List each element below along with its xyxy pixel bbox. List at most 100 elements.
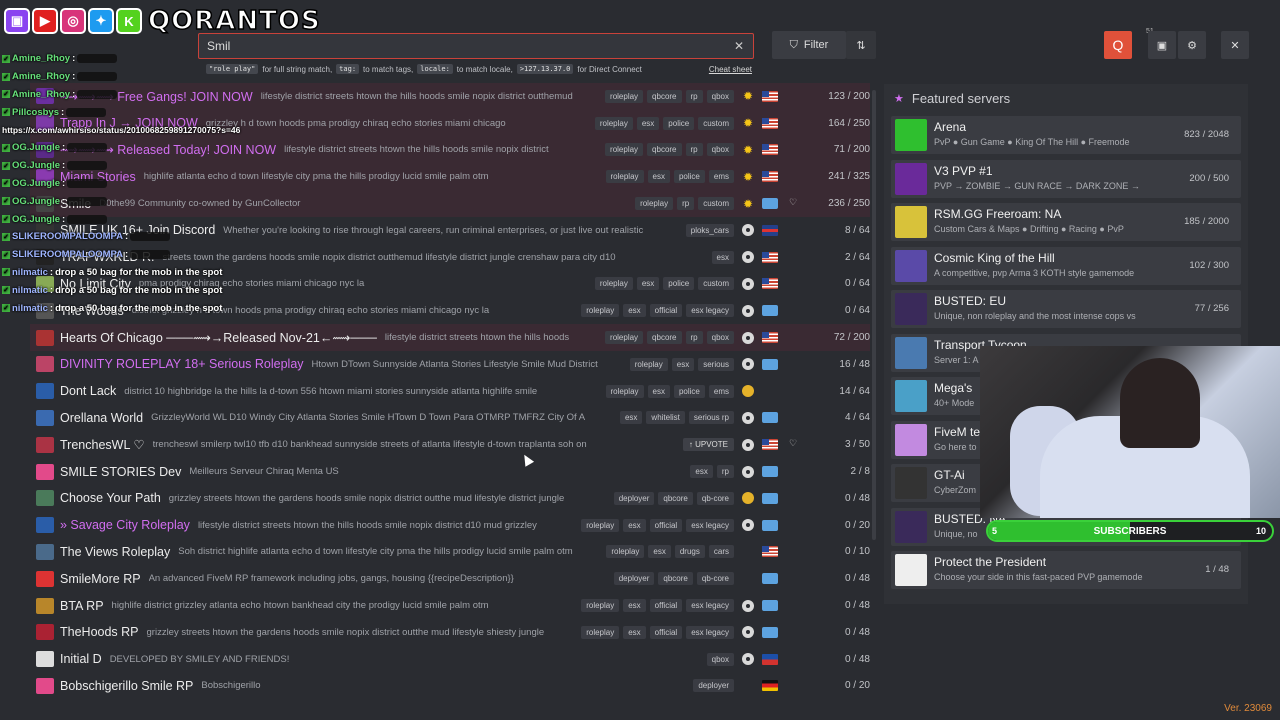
downloads-button[interactable]: ▣ xyxy=(1148,31,1176,59)
favorite-slot[interactable] xyxy=(786,679,800,693)
server-row[interactable]: Hearts Of Chicago ───⟿→Released Nov-21←⟿… xyxy=(30,324,870,351)
server-tag[interactable]: esx legacy xyxy=(686,518,734,532)
server-tag[interactable]: roleplay xyxy=(605,89,644,103)
server-tag[interactable]: cars xyxy=(708,545,734,559)
server-tag[interactable]: roleplay xyxy=(581,599,620,613)
server-tag[interactable]: qbcore xyxy=(658,572,693,586)
featured-server-card[interactable]: Protect the President Choose your side i… xyxy=(891,551,1241,589)
server-tag[interactable]: deployer xyxy=(613,572,655,586)
favorite-slot[interactable] xyxy=(786,331,800,345)
server-row[interactable]: SmileMore RP An advanced FiveM RP framew… xyxy=(30,565,870,592)
server-tag[interactable]: roleplay xyxy=(594,277,633,291)
clear-search-icon[interactable]: ✕ xyxy=(731,38,747,54)
server-tag[interactable]: esx xyxy=(647,384,670,398)
server-tag[interactable]: police xyxy=(663,116,695,130)
server-row[interactable]: Orellana World GrizzleyWorld WL D10 Wind… xyxy=(30,405,870,432)
server-tag[interactable]: rp xyxy=(685,89,703,103)
server-tag[interactable]: esx xyxy=(647,170,670,184)
settings-button[interactable]: ⚙ xyxy=(1178,31,1206,59)
server-tag[interactable]: whitelist xyxy=(646,411,685,425)
favorite-heart-icon[interactable]: ♡ xyxy=(786,438,800,452)
list-scrollbar[interactable] xyxy=(872,90,876,540)
upvote-button[interactable]: ↑ UPVOTE xyxy=(682,438,734,452)
close-button[interactable]: ✕ xyxy=(1221,31,1249,59)
server-tag[interactable]: esx xyxy=(636,277,660,291)
server-tag[interactable]: rp xyxy=(685,143,703,157)
server-tag[interactable]: roleplay xyxy=(581,518,620,532)
server-tag[interactable]: roleplay xyxy=(605,170,644,184)
server-tag[interactable]: qbox xyxy=(706,143,734,157)
server-tag[interactable]: esx xyxy=(648,545,671,559)
server-tag[interactable]: qb-core xyxy=(696,491,734,505)
server-tag[interactable]: roleplay xyxy=(605,331,644,345)
server-tag[interactable]: custom xyxy=(698,116,734,130)
server-tag[interactable]: esx xyxy=(623,625,646,639)
server-tag[interactable]: roleplay xyxy=(581,625,620,639)
server-tag[interactable]: qbcore xyxy=(647,331,682,345)
featured-server-card[interactable]: V3 PVP #1 PVP → ZOMBIE → GUN RACE → DARK… xyxy=(891,159,1241,198)
favorite-slot[interactable] xyxy=(786,572,800,586)
server-tag[interactable]: esx xyxy=(711,250,734,264)
server-row[interactable]: SMILE STORIES Dev Meilleurs Serveur Chir… xyxy=(30,458,870,485)
server-tag[interactable]: custom xyxy=(698,277,734,291)
favorite-slot[interactable] xyxy=(786,304,800,318)
favorite-slot[interactable] xyxy=(786,143,800,157)
favorite-slot[interactable] xyxy=(786,116,800,130)
server-tag[interactable]: qb-core xyxy=(696,572,734,586)
server-tag[interactable]: official xyxy=(649,518,683,532)
featured-server-card[interactable]: Arena PvP ● Gun Game ● King Of The Hill … xyxy=(891,116,1241,154)
favorite-slot[interactable] xyxy=(786,170,800,184)
server-tag[interactable]: drugs xyxy=(674,545,705,559)
server-tag[interactable]: qbox xyxy=(706,331,734,345)
server-row[interactable]: Bobschigerillo Smile RP Bobschigerillo d… xyxy=(30,673,870,700)
favorite-slot[interactable] xyxy=(786,625,800,639)
server-tag[interactable]: roleplay xyxy=(605,143,644,157)
server-tag[interactable]: esx xyxy=(623,304,646,318)
filter-button[interactable]: ⛉ Filter xyxy=(772,31,846,59)
server-tag[interactable]: serious rp xyxy=(688,411,734,425)
server-tag[interactable]: roleplay xyxy=(581,304,620,318)
server-tag[interactable]: official xyxy=(649,599,683,613)
favorite-slot[interactable] xyxy=(786,250,800,264)
server-tag[interactable]: rp xyxy=(685,331,703,345)
server-tag[interactable]: esx legacy xyxy=(686,625,734,639)
favorite-slot[interactable] xyxy=(786,277,800,291)
server-row[interactable]: BTA RP highlife district grizzley atlant… xyxy=(30,592,870,619)
server-tag[interactable]: roleplay xyxy=(629,357,668,371)
server-tag[interactable]: ploks_cars xyxy=(685,223,734,237)
server-row[interactable]: Choose Your Path grizzley streets htown … xyxy=(30,485,870,512)
server-tag[interactable]: roleplay xyxy=(606,545,645,559)
server-tag[interactable]: qbcore xyxy=(647,143,682,157)
favorite-slot[interactable] xyxy=(786,652,800,666)
server-tag[interactable]: roleplay xyxy=(635,197,674,211)
favorite-slot[interactable] xyxy=(786,518,800,532)
server-tag[interactable]: qbcore xyxy=(647,89,682,103)
server-tag[interactable]: esx xyxy=(623,599,646,613)
server-tag[interactable]: esx legacy xyxy=(686,304,734,318)
sort-button[interactable]: ⇅ xyxy=(846,31,876,59)
server-row[interactable]: The Views Roleplay Soh district highlife… xyxy=(30,539,870,566)
server-row[interactable]: DIVINITY ROLEPLAY 18+ Serious Roleplay H… xyxy=(30,351,870,378)
server-tag[interactable]: esx legacy xyxy=(686,599,734,613)
server-tag[interactable]: esx xyxy=(623,518,646,532)
favorite-slot[interactable] xyxy=(786,223,800,237)
favorite-slot[interactable] xyxy=(786,491,800,505)
server-tag[interactable]: esx xyxy=(636,116,660,130)
favorite-heart-icon[interactable]: ♡ xyxy=(786,197,800,211)
server-tag[interactable]: esx xyxy=(619,411,643,425)
favorite-slot[interactable] xyxy=(786,465,800,479)
server-tag[interactable]: qbox xyxy=(706,89,734,103)
server-tag[interactable]: police xyxy=(663,277,695,291)
favorite-slot[interactable] xyxy=(786,545,800,559)
server-tag[interactable]: ems xyxy=(708,170,734,184)
server-tag[interactable]: ems xyxy=(708,384,734,398)
server-tag[interactable]: police xyxy=(673,384,705,398)
profile-button[interactable]: Q xyxy=(1104,31,1132,59)
server-row[interactable]: Initial D DEVELOPED BY SMILEY AND FRIEND… xyxy=(30,646,870,673)
favorite-slot[interactable] xyxy=(786,357,800,371)
favorite-slot[interactable] xyxy=(786,599,800,613)
server-tag[interactable]: qbox xyxy=(706,652,734,666)
server-tag[interactable]: rp xyxy=(677,197,695,211)
server-tag[interactable]: serious xyxy=(698,357,734,371)
server-row[interactable]: » Savage City Roleplay lifestyle distric… xyxy=(30,512,870,539)
